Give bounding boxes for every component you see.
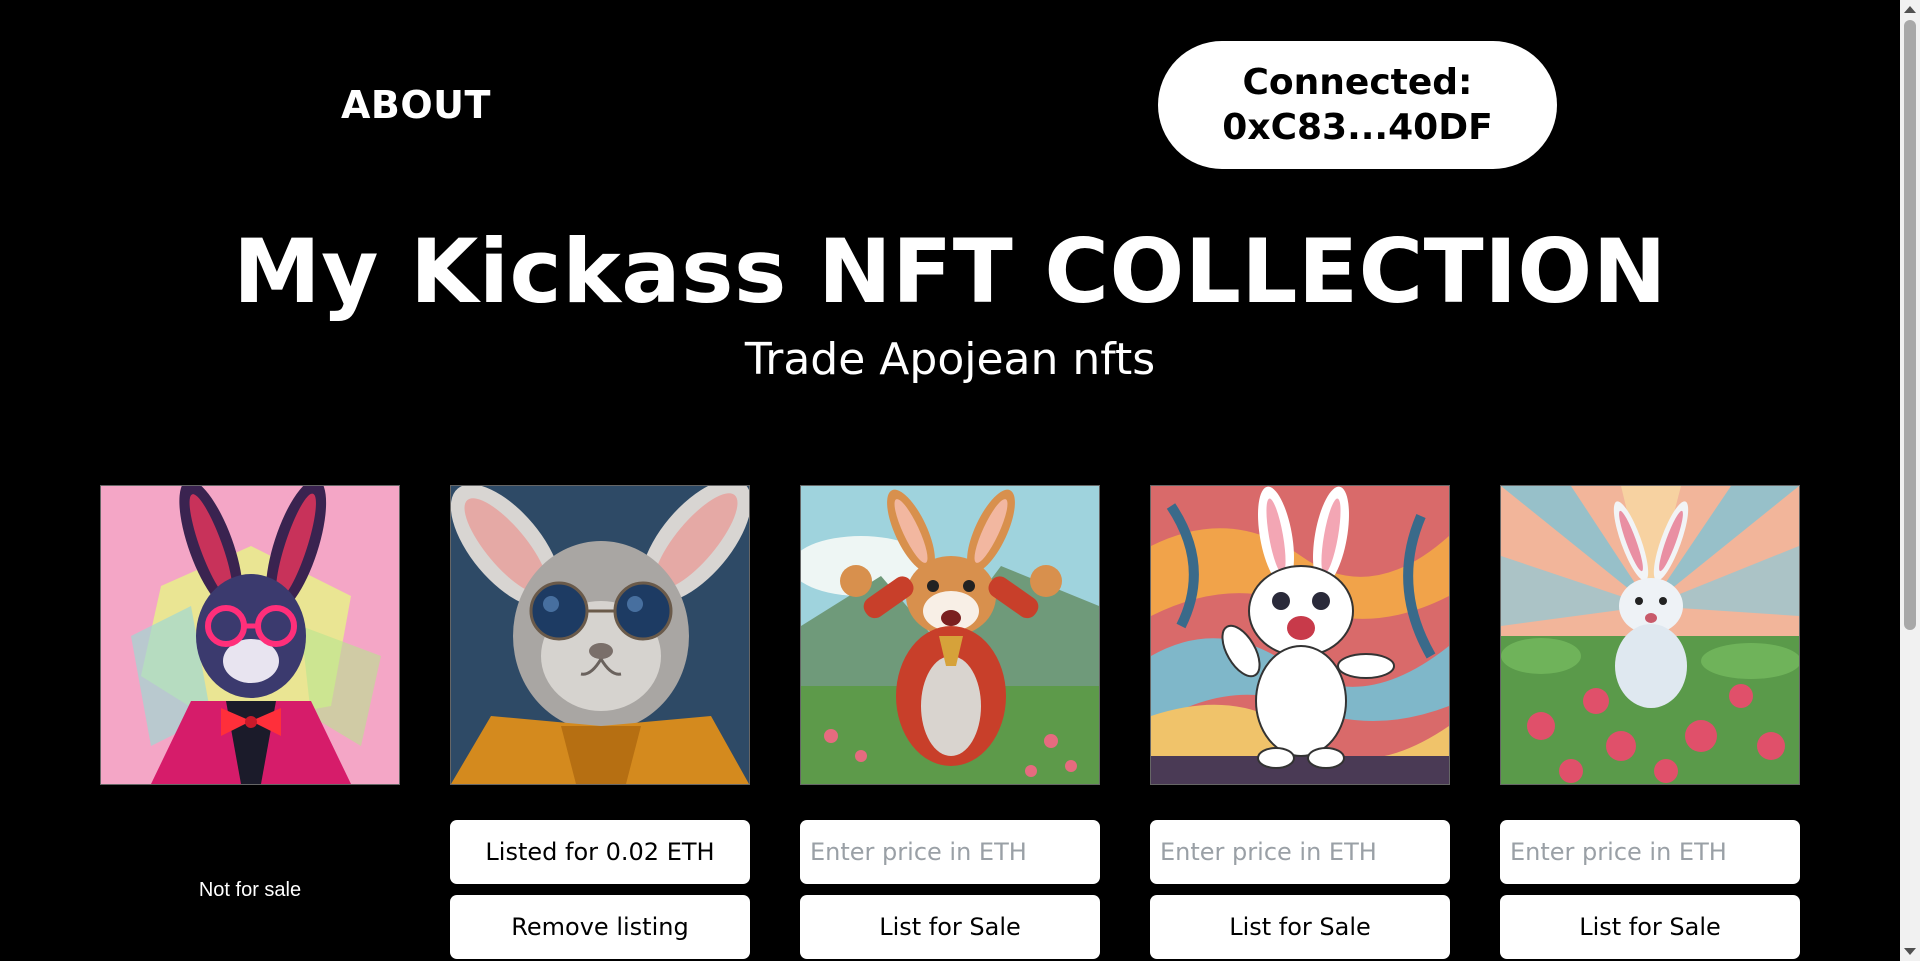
scroll-thumb[interactable] (1904, 20, 1916, 630)
page-subtitle: Trade Apojean nfts (744, 334, 1156, 385)
nft-card: List for Sale (800, 485, 1100, 959)
listed-price-label: Listed for 0.02 ETH (450, 820, 750, 884)
wallet-connect-label: Connected: 0xC83...40DF (1222, 62, 1493, 148)
wallet-connect-button[interactable]: Connected: 0xC83...40DF (1158, 41, 1557, 169)
nft-image-rabbit-flower-field[interactable] (1500, 485, 1800, 785)
nft-card: Not for sale (100, 485, 400, 901)
nft-card: Listed for 0.02 ETH Remove listing (450, 485, 750, 959)
nft-card: List for Sale (1150, 485, 1450, 959)
remove-listing-button[interactable]: Remove listing (450, 895, 750, 959)
price-input[interactable] (800, 820, 1100, 884)
page: ABOUT Connected: 0xC83...40DF My Kickass… (0, 0, 1920, 961)
scroll-up-arrow-icon[interactable] (1904, 6, 1916, 13)
vertical-scrollbar[interactable] (1900, 0, 1920, 961)
price-input[interactable] (1150, 820, 1450, 884)
list-for-sale-button[interactable]: List for Sale (800, 895, 1100, 959)
about-link[interactable]: ABOUT (341, 83, 491, 127)
price-input[interactable] (1500, 820, 1800, 884)
page-title: My Kickass NFT COLLECTION (233, 220, 1667, 323)
nft-image-rabbit-pink-jacket[interactable] (100, 485, 400, 785)
nft-status-text: Not for sale (198, 879, 302, 901)
nft-image-rabbit-sunglasses[interactable] (450, 485, 750, 785)
list-for-sale-button[interactable]: List for Sale (1500, 895, 1800, 959)
nft-image-rabbit-dancing[interactable] (1150, 485, 1450, 785)
nft-card: List for Sale (1500, 485, 1800, 959)
nft-image-rabbit-cheering[interactable] (800, 485, 1100, 785)
list-for-sale-button[interactable]: List for Sale (1150, 895, 1450, 959)
nft-gallery: Not for sale Listed for 0.02 ETH Remove … (100, 485, 1800, 961)
scroll-down-arrow-icon[interactable] (1904, 948, 1916, 955)
